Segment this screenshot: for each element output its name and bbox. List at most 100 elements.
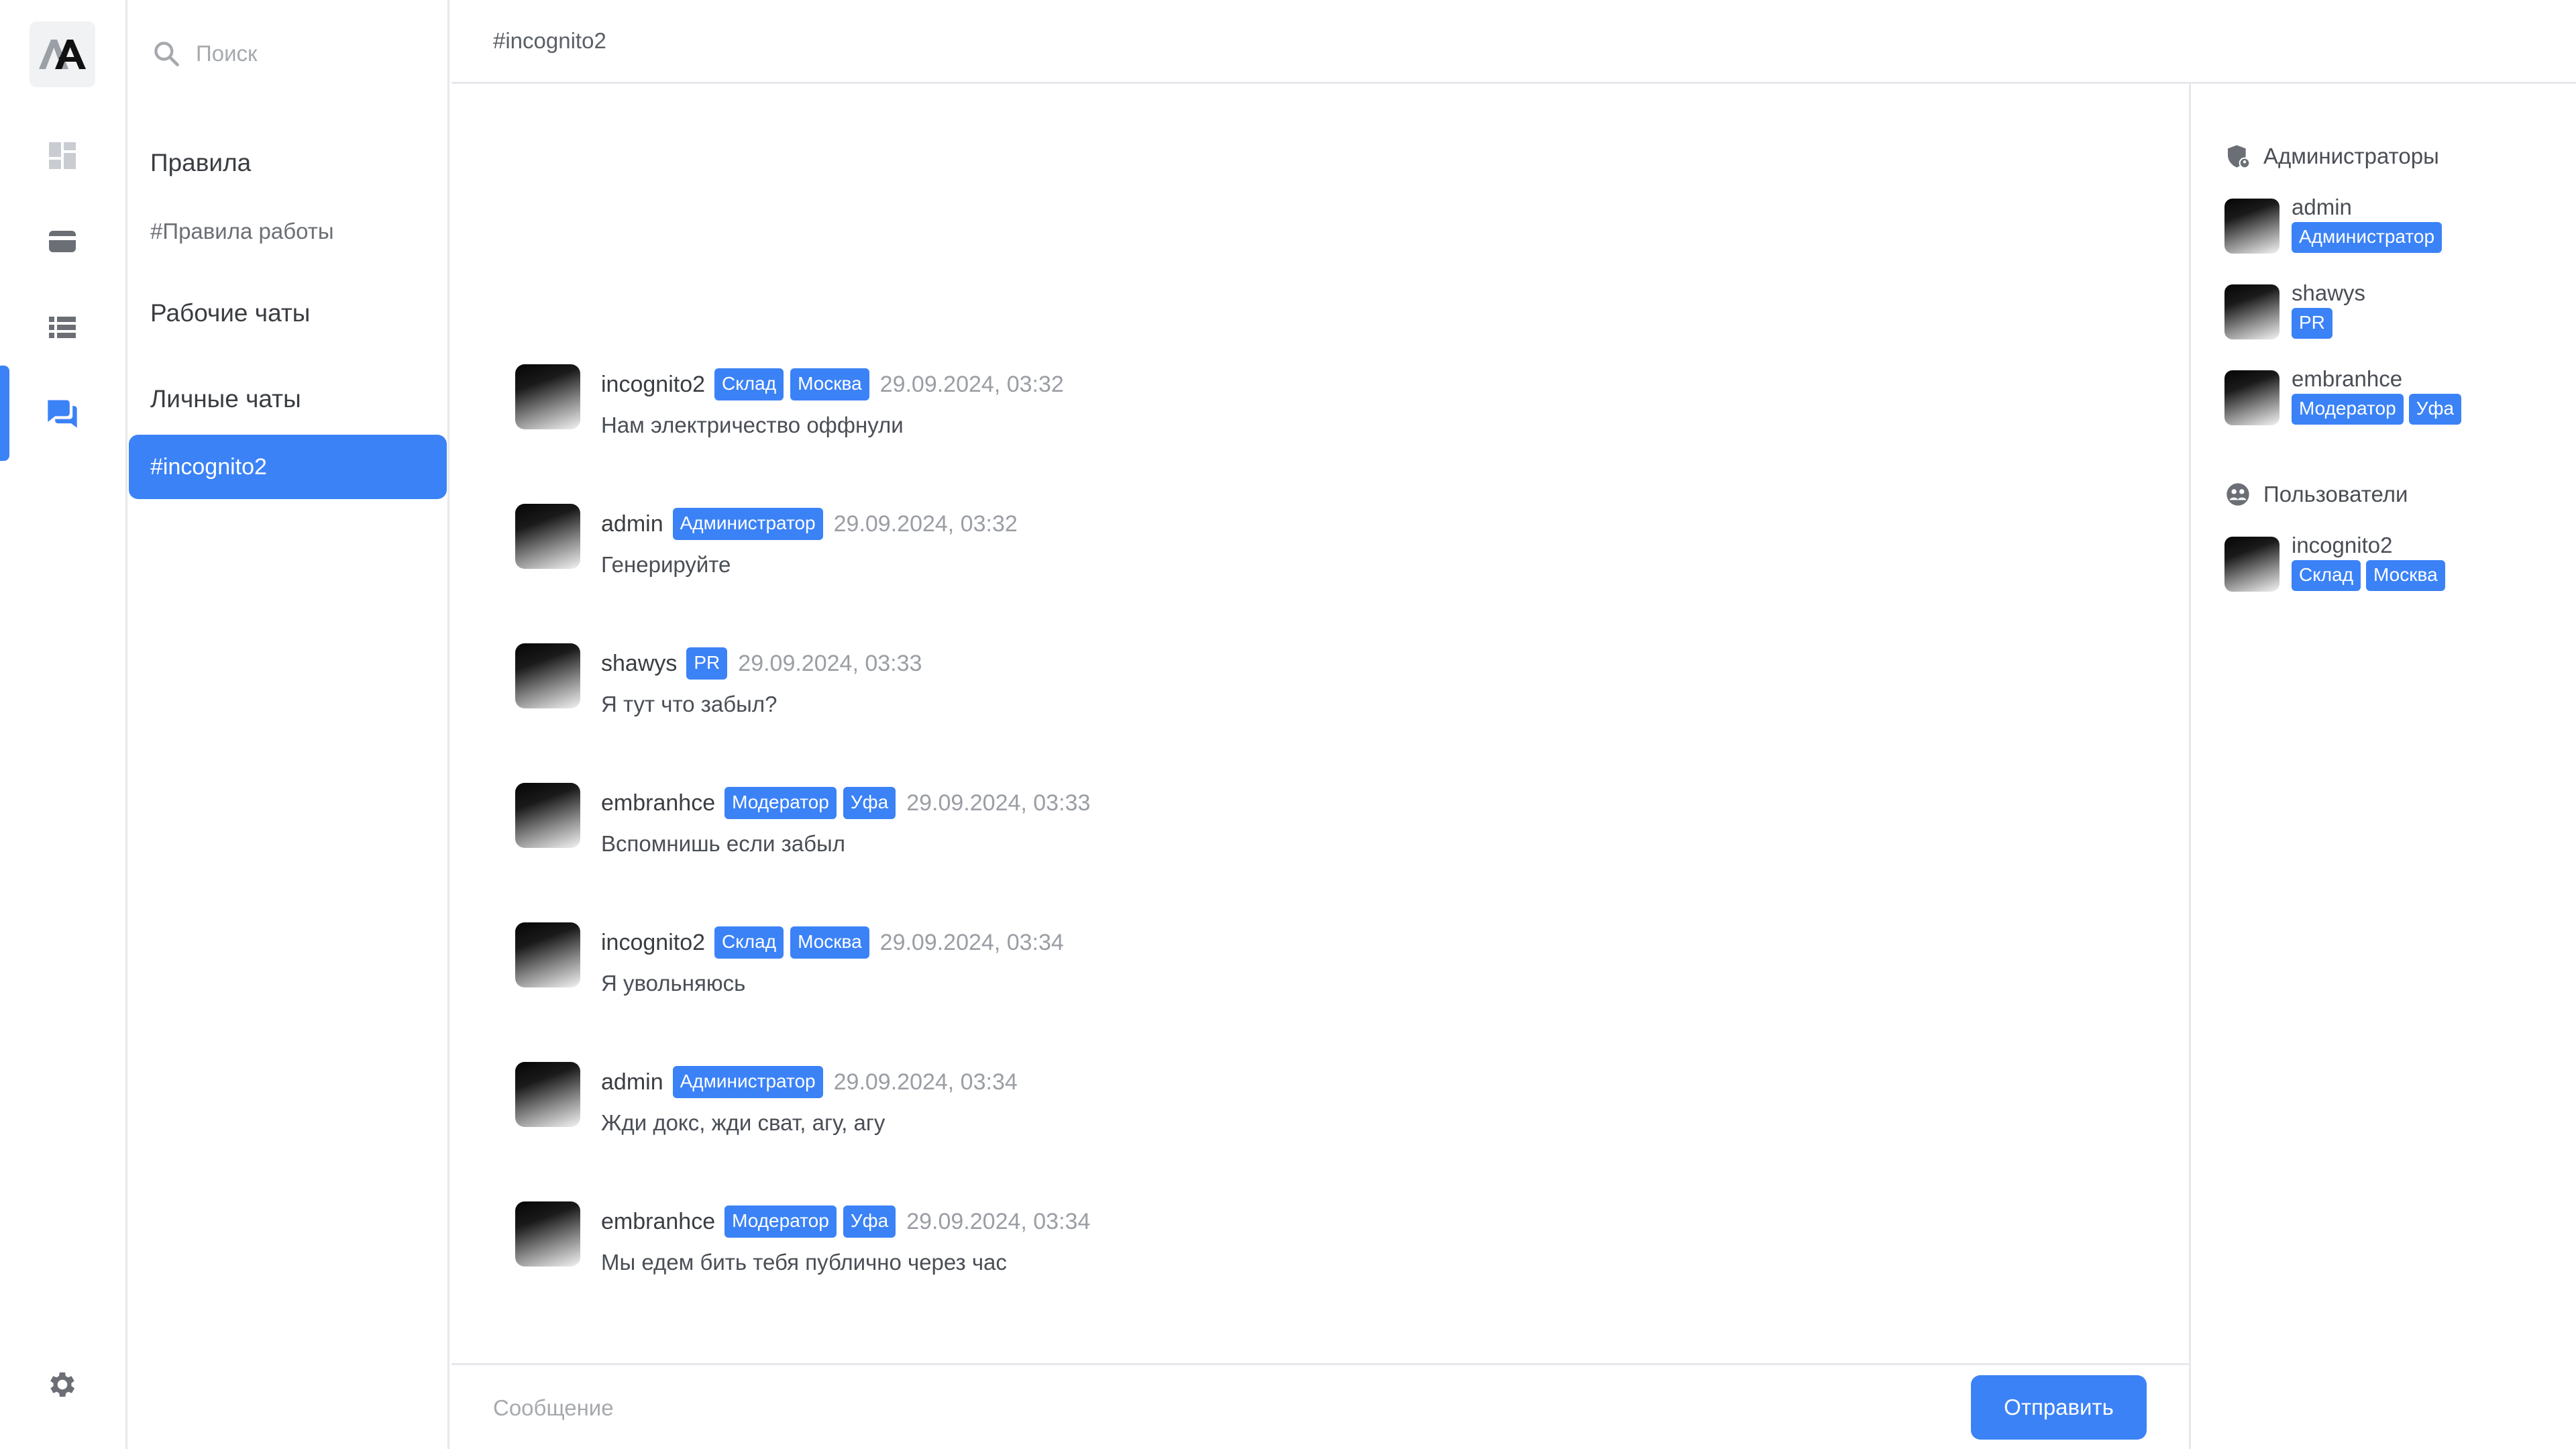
group-title-label: Администраторы [2263,144,2439,168]
message-author[interactable]: embranhce [601,790,715,816]
message-timestamp: 29.09.2024, 03:34 [906,1208,1091,1234]
role-badge: Администратор [672,1066,823,1098]
search-icon [154,42,179,66]
shield-user-icon [2228,145,2251,169]
role-badge: Уфа [2408,394,2462,425]
message-timestamp: 29.09.2024, 03:32 [879,371,1064,397]
avatar[interactable] [515,643,580,708]
member-item[interactable]: shawys PR [2224,280,2560,358]
message-item: incognito2 Склад Москва 29.09.2024, 03:3… [515,364,2125,465]
message-text: Нам электричество оффнули [601,413,904,437]
chat-icon [48,400,77,428]
role-badge: PR [686,647,728,680]
rail-list-button[interactable] [37,302,88,353]
message-author[interactable]: admin [601,511,663,537]
message-header: incognito2 Склад Москва 29.09.2024, 03:3… [601,367,1064,402]
avatar[interactable] [515,783,580,848]
message-header: shawys PR 29.09.2024, 03:33 [601,646,922,681]
app-logo[interactable] [30,21,95,87]
channel-list: Правила #Правила работы Рабочие чаты Лич… [127,0,449,1449]
search-box[interactable] [152,34,433,74]
channel-item-active[interactable]: #incognito2 [129,435,447,499]
send-button[interactable]: Отправить [1971,1375,2147,1440]
message-timestamp: 29.09.2024, 03:33 [906,790,1091,816]
wallet-icon [49,231,76,252]
message-text: Генерируйте [601,552,731,577]
member-name: embranhce [2292,366,2403,391]
message-author[interactable]: admin [601,1069,663,1095]
message-timestamp: 29.09.2024, 03:32 [833,511,1018,537]
group-title-label: Пользователи [2263,482,2408,506]
role-badge: Склад [714,368,784,400]
rail-active-indicator [0,366,9,461]
gear-icon [50,1372,75,1397]
message-text: Жди докс, жди сват, агу, агу [601,1110,885,1135]
message-author[interactable]: embranhce [601,1209,715,1235]
section-title-personal-chats[interactable]: Личные чаты [150,385,301,413]
message-header: admin Администратор 29.09.2024, 03:32 [601,506,1018,541]
section-title-work-chats[interactable]: Рабочие чаты [150,299,310,327]
message-author[interactable]: incognito2 [601,930,705,956]
message-timestamp: 29.09.2024, 03:33 [738,650,922,676]
message-item: embranhce Модератор Уфа 29.09.2024, 03:3… [515,1201,2125,1302]
rail-dashboard-button[interactable] [37,130,88,181]
search-input[interactable] [196,41,424,66]
members-panel: Администраторы admin Администратор shawy… [2189,84,2576,1449]
role-badge: Уфа [843,787,896,819]
app-root: Правила #Правила работы Рабочие чаты Лич… [0,0,2576,1449]
avatar[interactable] [515,504,580,569]
message-header: admin Администратор 29.09.2024, 03:34 [601,1065,1018,1099]
group-title-admins: Администраторы [2224,140,2439,172]
role-badge: PR [2292,308,2332,339]
dashboard-icon [49,142,76,169]
logo-icon [39,40,86,69]
rail-wallet-button[interactable] [37,216,88,267]
message-timestamp: 29.09.2024, 03:34 [879,929,1064,955]
member-badges: PR [2292,308,2332,339]
role-badge: Склад [714,926,784,959]
role-badge: Администратор [2292,222,2443,253]
member-badges: Модератор Уфа [2292,394,2462,425]
avatar[interactable] [515,364,580,429]
role-badge: Москва [790,368,869,400]
member-item[interactable]: admin Администратор [2224,195,2560,272]
role-badge: Модератор [2292,394,2404,425]
list-icon [49,317,76,338]
message-composer: Отправить [451,1363,2189,1449]
avatar[interactable] [515,922,580,987]
message-item: admin Администратор 29.09.2024, 03:34 Жд… [515,1062,2125,1163]
message-input[interactable] [493,1388,1929,1428]
message-list: incognito2 Склад Москва 29.09.2024, 03:3… [451,84,2189,1363]
member-name: admin [2292,195,2352,219]
message-author[interactable]: shawys [601,651,677,677]
avatar [2224,537,2279,592]
message-header: embranhce Модератор Уфа 29.09.2024, 03:3… [601,786,1090,820]
message-item: admin Администратор 29.09.2024, 03:32 Ге… [515,504,2125,604]
member-item[interactable]: incognito2 Склад Москва [2224,533,2560,610]
chat-header: #incognito2 [451,0,2576,84]
avatar[interactable] [515,1062,580,1127]
icon-rail [0,0,127,1449]
message-header: incognito2 Склад Москва 29.09.2024, 03:3… [601,925,1064,960]
member-badges: Администратор [2292,222,2443,253]
avatar[interactable] [515,1201,580,1267]
role-badge: Администратор [672,508,823,540]
section-title-rules: Правила [150,149,252,176]
member-name: shawys [2292,280,2366,305]
message-header: embranhce Модератор Уфа 29.09.2024, 03:3… [601,1204,1090,1239]
member-name: incognito2 [2292,533,2393,557]
role-badge: Модератор [724,1205,837,1238]
group-title-users: Пользователи [2224,478,2408,511]
message-author[interactable]: incognito2 [601,372,705,398]
role-badge: Модератор [724,787,837,819]
avatar [2224,284,2279,339]
message-text: Я увольняюсь [601,971,746,996]
settings-button[interactable] [37,1359,88,1410]
role-badge: Москва [2366,560,2445,591]
channel-item-work-rules[interactable]: #Правила работы [150,219,334,244]
message-timestamp: 29.09.2024, 03:34 [833,1069,1018,1095]
rail-chat-button[interactable] [37,388,88,439]
member-badges: Склад Москва [2292,560,2445,591]
chat-title: #incognito2 [493,28,606,53]
member-item[interactable]: embranhce Модератор Уфа [2224,366,2560,444]
